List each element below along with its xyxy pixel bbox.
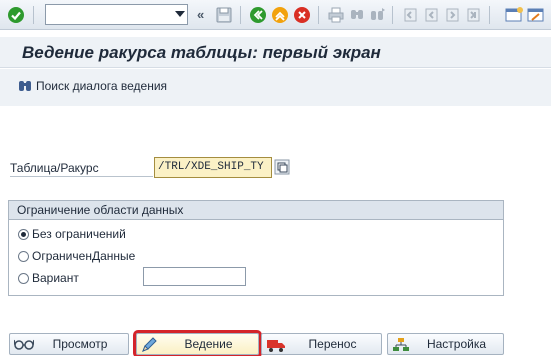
radio-label: Без ограничений: [32, 227, 126, 241]
application-toolbar: Поиск диалога ведения: [0, 69, 551, 106]
prev-page-icon[interactable]: [421, 5, 441, 25]
maintain-button[interactable]: Ведение: [133, 330, 262, 356]
table-view-label: Таблица/Ракурс: [10, 161, 99, 175]
label-underline: [10, 176, 153, 177]
find-dialog-label: Поиск диалога ведения: [36, 79, 168, 93]
find-dialog-button[interactable]: Поиск диалога ведения: [18, 79, 167, 93]
toolbar-separator: [318, 6, 319, 24]
transport-button[interactable]: Перенос: [261, 333, 382, 355]
transport-label: Перенос: [308, 337, 357, 351]
radio-button[interactable]: [18, 272, 29, 284]
find-next-icon[interactable]: [368, 5, 388, 25]
enter-check-icon[interactable]: [6, 5, 26, 25]
customizing-label: Настройка: [426, 337, 487, 351]
radio-restricted-data[interactable]: ОграниченДанные: [18, 249, 135, 263]
save-icon[interactable]: [214, 5, 234, 25]
shortcut-icon[interactable]: [526, 5, 546, 25]
command-field[interactable]: [45, 4, 188, 25]
group-title: Ограничение области данных: [9, 201, 503, 220]
command-input[interactable]: [46, 5, 168, 24]
last-page-icon[interactable]: [463, 5, 483, 25]
exit-icon[interactable]: [270, 5, 290, 25]
data-restriction-group: Ограничение области данных Без ограничен…: [8, 200, 504, 296]
new-session-icon[interactable]: [504, 5, 524, 25]
radio-button[interactable]: [18, 228, 29, 240]
radio-label: Вариант: [32, 271, 79, 285]
radio-variant[interactable]: Вариант: [18, 271, 79, 285]
display-button[interactable]: Просмотр: [9, 333, 129, 355]
next-page-icon[interactable]: [442, 5, 462, 25]
print-icon[interactable]: [326, 5, 346, 25]
find-icon: [19, 81, 31, 91]
customizing-button[interactable]: Настройка: [387, 333, 504, 355]
table-view-input[interactable]: /TRL/XDE_SHIP_TY: [154, 157, 272, 178]
radio-label: ОграниченДанные: [32, 249, 136, 263]
page-title: Ведение ракурса таблицы: первый экран: [22, 43, 381, 62]
toolbar-separator: [33, 6, 34, 24]
system-toolbar: «: [0, 0, 551, 30]
variant-input[interactable]: [143, 267, 246, 286]
maintain-label: Ведение: [184, 337, 233, 351]
title-bar: Ведение ракурса таблицы: первый экран: [0, 37, 551, 68]
radio-no-restriction[interactable]: Без ограничений: [18, 227, 126, 241]
radio-button[interactable]: [18, 250, 29, 262]
cancel-icon[interactable]: [292, 5, 312, 25]
toolbar-separator: [489, 6, 490, 24]
toolbar-separator: [240, 6, 241, 24]
back-arrows-icon[interactable]: «: [197, 7, 204, 22]
toolbar-separator: [392, 6, 393, 24]
chevron-down-icon[interactable]: [175, 11, 185, 17]
value-help-icon[interactable]: [274, 159, 290, 175]
display-label: Просмотр: [52, 337, 108, 351]
find-icon[interactable]: [347, 5, 367, 25]
back-icon[interactable]: [248, 5, 268, 25]
first-page-icon[interactable]: [400, 5, 420, 25]
